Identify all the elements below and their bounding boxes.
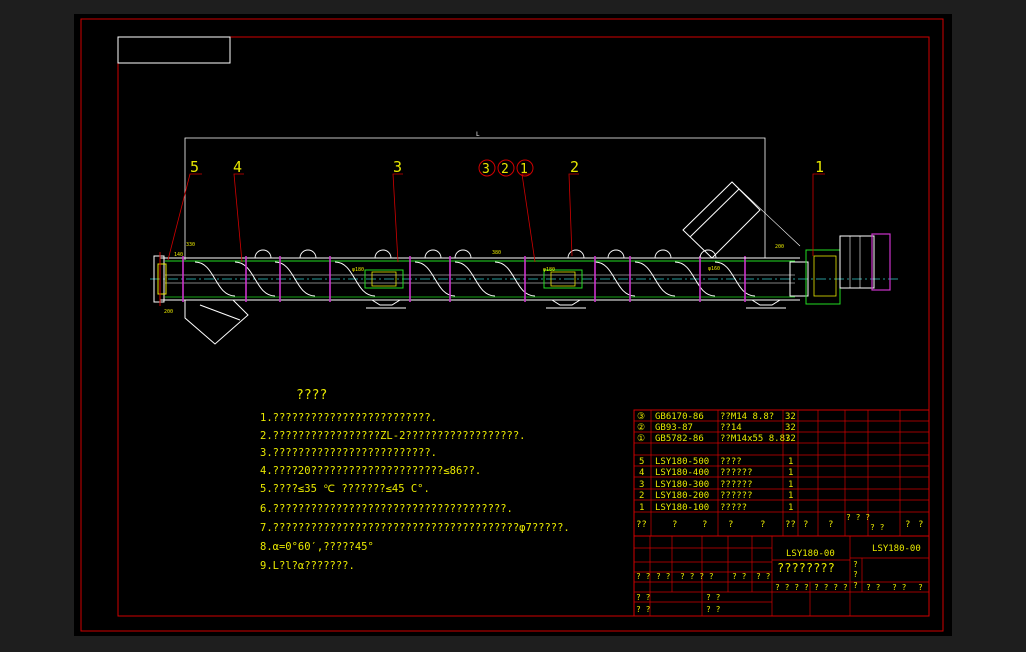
cad-drawing-sheet: L 5 4 3 3 2 1 2 1 140 330 200 200 380 φ1… [74, 14, 952, 636]
part-row-4-qty: 1 [788, 468, 793, 478]
parts-header-5: ?? [785, 520, 796, 530]
dim-330: 330 [186, 242, 195, 248]
part-row-2-name: ??M14x55 8.8? [720, 434, 790, 444]
title-row-d-0: ? ? [636, 605, 651, 614]
note-5: 5.????≤35 ℃ ???????≤45 C°. [260, 483, 430, 495]
notes-title: ???? [296, 388, 327, 403]
parts-header-1: ? [672, 520, 677, 530]
part-row-7-no: 1 [639, 503, 644, 513]
parts-header-0: ?? [636, 520, 647, 530]
part-row-5-no: 3 [639, 480, 644, 490]
dimension-L-label: L [476, 131, 480, 138]
part-row-2-qty: 32 [785, 434, 796, 444]
part-row-6-code: LSY180-200 [655, 491, 709, 501]
part-row-2-code: GB5782-86 [655, 434, 704, 444]
part-row-6-name: ?????? [720, 491, 753, 501]
balloon-1: 1 [815, 158, 824, 176]
balloon-2: 2 [570, 158, 579, 176]
part-row-3-qty: 1 [788, 457, 793, 467]
part-row-1-code: GB93-87 [655, 423, 693, 433]
note-4: 4.????20?????????????????????≤86??. [260, 465, 481, 477]
part-row-0-name: ??M14 8.8? [720, 412, 774, 422]
part-row-2-no: ① [637, 434, 645, 444]
part-row-5-code: LSY180-300 [655, 480, 709, 490]
part-row-5-name: ?????? [720, 480, 753, 490]
title-row-a-2: ? ? ? ? [680, 572, 714, 581]
part-row-5-qty: 1 [788, 480, 793, 490]
title-row-a-3: ? ? [732, 572, 747, 581]
title-side-1: ? [853, 570, 858, 579]
dim-380: 380 [492, 250, 501, 256]
parts-header-10: ? [905, 520, 910, 530]
parts-header-4: ? [760, 520, 765, 530]
title-row-b-0: ? ? ? ? [775, 583, 809, 592]
title-row-a-1: ? ? [656, 572, 671, 581]
title-row-d-1: ? ? [706, 605, 721, 614]
balloon-1-circled: 1 [520, 162, 528, 177]
title-side-2: ? [853, 581, 858, 590]
part-row-3-no: 5 [639, 457, 644, 467]
title-row-c-1: ? ? [706, 593, 721, 602]
dim-140: 140 [174, 252, 183, 258]
part-row-4-name: ?????? [720, 468, 753, 478]
drawing-number-right: LSY180-00 [872, 544, 921, 554]
note-2: 2.?????????????????ZL-2?????????????????… [260, 430, 526, 442]
part-row-0-code: GB6170-86 [655, 412, 704, 422]
balloon-2-circled: 2 [501, 162, 509, 177]
title-row-c-0: ? ? [636, 593, 651, 602]
drawing-paper [74, 14, 952, 636]
balloon-3: 3 [393, 158, 402, 176]
title-row-a-0: ? ? [636, 572, 651, 581]
note-9: 9.L?l?α???????. [260, 560, 355, 572]
part-row-6-qty: 1 [788, 491, 793, 501]
dim-phi180-b: φ180 [352, 267, 364, 273]
dim-200-left: 200 [164, 309, 173, 315]
title-side-0: ? [853, 560, 858, 569]
title-row-b-3: ? ? [892, 583, 907, 592]
parts-header-7: ? [828, 520, 833, 530]
balloon-3-circled: 3 [482, 162, 490, 177]
part-row-1-qty: 32 [785, 423, 796, 433]
part-row-6-no: 2 [639, 491, 644, 501]
note-6: 6.?????????????????????????????????????. [260, 503, 513, 515]
dim-200-right: 200 [775, 244, 784, 250]
balloon-4: 4 [233, 158, 242, 176]
part-row-4-no: 4 [639, 468, 644, 478]
part-row-0-qty: 32 [785, 412, 796, 422]
parts-header-11: ? [918, 520, 923, 530]
part-row-7-qty: 1 [788, 503, 793, 513]
title-row-b-2: ? ? [866, 583, 881, 592]
parts-header-8: ? ? ? [846, 513, 870, 522]
title-row-b-1: ? ? ? ? [814, 583, 848, 592]
title-row-b-4: ? [918, 583, 923, 592]
part-row-1-no: ② [637, 423, 645, 433]
parts-header-3: ? [728, 520, 733, 530]
parts-header-6: ? [803, 520, 808, 530]
part-row-7-name: ????? [720, 503, 747, 513]
part-row-3-name: ???? [720, 457, 742, 467]
note-8: 8.α=0°60′,?????45° [260, 541, 374, 553]
note-1: 1.?????????????????????????. [260, 412, 437, 424]
part-row-7-code: LSY180-100 [655, 503, 709, 513]
drawing-name: ???????? [777, 561, 835, 575]
dim-phi160: φ160 [708, 266, 720, 272]
parts-header-9: ? ? [870, 523, 885, 532]
note-3: 3.?????????????????????????. [260, 447, 437, 459]
part-row-3-code: LSY180-500 [655, 457, 709, 467]
part-row-0-no: ③ [637, 412, 645, 422]
parts-header-2: ? [702, 520, 707, 530]
title-row-a-4: ? ? [756, 572, 771, 581]
part-row-1-name: ??14 [720, 423, 742, 433]
note-7: 7.??????????????????????????????????????… [260, 522, 570, 534]
part-row-4-code: LSY180-400 [655, 468, 709, 478]
balloon-5: 5 [190, 158, 199, 176]
drawing-number: LSY180-00 [786, 549, 835, 559]
dim-phi180-a: φ180 [543, 267, 555, 273]
